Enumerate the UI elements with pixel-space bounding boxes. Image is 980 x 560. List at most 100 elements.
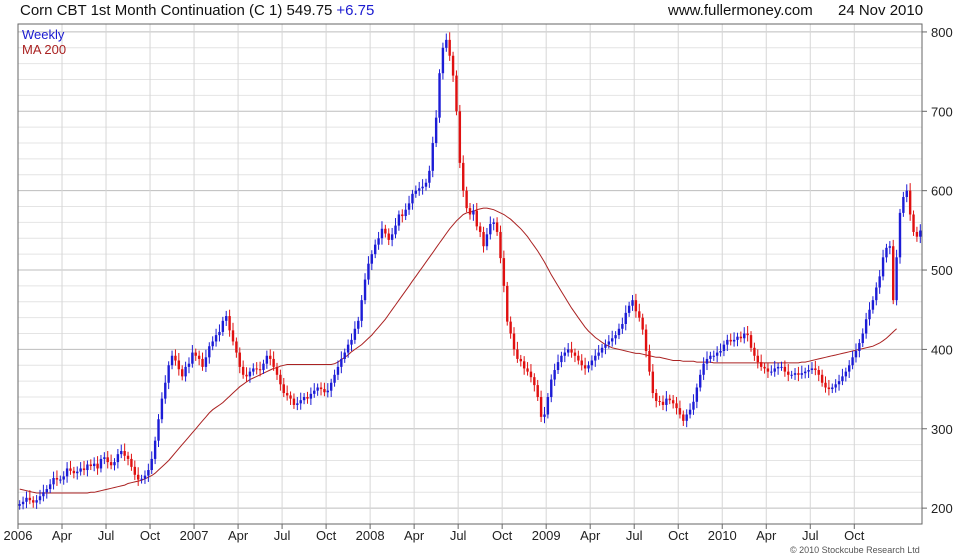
candle-body	[21, 501, 25, 505]
candle-body	[746, 333, 749, 336]
candle-body	[580, 360, 583, 366]
candle-body	[594, 355, 597, 361]
candle-body	[492, 222, 495, 224]
candle-body	[820, 374, 824, 383]
candle-body	[621, 324, 624, 329]
candle-body	[590, 360, 594, 366]
x-tick-label: 2007	[180, 528, 209, 543]
candle-body	[431, 143, 434, 171]
candle-body	[296, 403, 299, 405]
candle-body	[614, 335, 617, 339]
candle-body	[885, 247, 888, 258]
candle-body	[892, 246, 895, 301]
candle-body	[228, 316, 231, 331]
candle-body	[617, 328, 621, 336]
candle-body	[116, 454, 120, 463]
candle-body	[607, 341, 611, 345]
candle-body	[506, 285, 509, 322]
candle-body	[600, 347, 604, 353]
candle-body	[519, 358, 522, 362]
candle-body	[844, 371, 848, 377]
candle-body	[373, 244, 377, 255]
candle-body	[451, 55, 455, 76]
candle-body	[783, 366, 787, 372]
candle-body	[434, 117, 438, 144]
candle-body	[96, 463, 99, 469]
candle-body	[275, 366, 279, 375]
candle-body	[418, 188, 421, 191]
candle-body	[787, 371, 790, 375]
candle-body	[262, 363, 265, 371]
x-tick-label: 2010	[708, 528, 737, 543]
candle-body	[556, 362, 560, 371]
candle-body	[25, 497, 28, 502]
candle-body	[665, 398, 668, 405]
legend-weekly: Weekly	[22, 27, 65, 42]
x-tick-label: Oct	[844, 528, 865, 543]
candle-body	[218, 331, 221, 336]
candle-body	[692, 401, 695, 410]
grid-lines	[17, 24, 922, 524]
candle-body	[915, 231, 919, 237]
candle-body	[536, 385, 539, 398]
candle-body	[306, 397, 309, 399]
candle-body	[522, 361, 526, 369]
candle-body	[346, 344, 350, 353]
candle-body	[848, 365, 851, 372]
candle-body	[252, 368, 255, 372]
candle-body	[120, 450, 123, 455]
candle-body	[837, 381, 841, 385]
candle-body	[79, 468, 82, 472]
candle-body	[898, 212, 902, 258]
candle-body	[82, 468, 86, 471]
candle-body	[648, 350, 651, 372]
candle-body	[445, 39, 448, 48]
candle-body	[255, 368, 258, 370]
candle-body	[245, 374, 248, 377]
candle-body	[136, 474, 140, 480]
candle-body	[800, 373, 804, 375]
candle-body	[387, 233, 390, 240]
y-tick-label: 400	[931, 342, 953, 357]
candle-body	[126, 455, 130, 459]
candle-body	[482, 231, 485, 247]
candle-body	[99, 458, 103, 469]
candle-body	[360, 300, 363, 321]
candle-body	[695, 387, 699, 402]
candle-body	[377, 238, 380, 245]
candle-body	[448, 39, 451, 56]
y-tick-label: 200	[931, 501, 953, 516]
candle-body	[424, 182, 428, 187]
x-tick-label: Jul	[626, 528, 643, 543]
candle-body	[167, 365, 170, 383]
candle-body	[191, 352, 194, 364]
candle-body	[353, 328, 357, 340]
candle-body	[204, 357, 208, 367]
candle-body	[682, 414, 685, 421]
candle-body	[699, 374, 702, 388]
candle-body	[861, 333, 864, 344]
candle-body	[69, 468, 72, 471]
copyright-text: © 2010 Stockcube Research Ltd	[790, 545, 920, 555]
candle-body	[810, 368, 814, 371]
candle-body	[465, 190, 468, 209]
candle-body	[793, 373, 797, 375]
candle-body	[269, 355, 272, 359]
candle-body	[566, 349, 570, 353]
candle-body	[827, 387, 831, 390]
candle-body	[421, 186, 424, 189]
candle-body	[773, 368, 776, 372]
candle-body	[130, 458, 133, 467]
candle-body	[52, 477, 55, 485]
candle-body	[150, 458, 153, 471]
candle-body	[570, 349, 573, 353]
candle-body	[201, 358, 204, 367]
candle-body	[157, 419, 160, 441]
candle-body	[32, 500, 35, 503]
candle-body	[611, 338, 614, 342]
candle-body	[858, 343, 861, 351]
candle-body	[133, 466, 137, 475]
y-tick-label: 500	[931, 263, 953, 278]
candle-body	[76, 471, 79, 474]
candle-body	[908, 190, 912, 215]
